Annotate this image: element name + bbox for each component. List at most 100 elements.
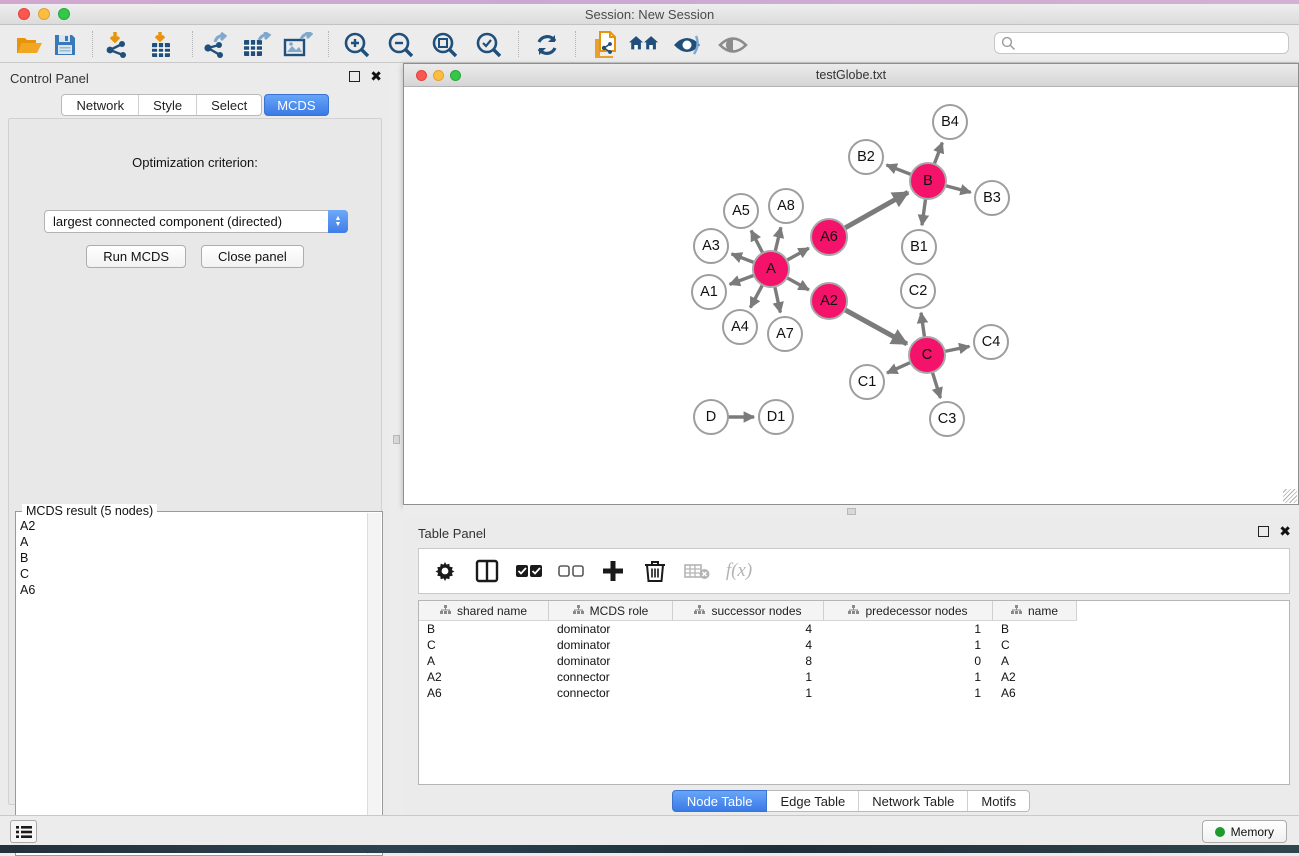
table-cell[interactable]: 1 (824, 621, 993, 637)
column-header-predecessor-nodes[interactable]: predecessor nodes (824, 601, 993, 620)
close-panel-icon[interactable]: ✖ (370, 71, 382, 82)
save-session-icon[interactable] (50, 31, 80, 59)
graph-node-A4[interactable]: A4 (722, 309, 758, 345)
table-cell[interactable]: 0 (824, 653, 993, 669)
show-panel-eye-icon[interactable] (718, 31, 748, 59)
graph-node-C3[interactable]: C3 (929, 401, 965, 437)
tab-edge-table[interactable]: Edge Table (767, 791, 859, 811)
tab-network-table[interactable]: Network Table (859, 791, 968, 811)
tab-network[interactable]: Network (62, 95, 139, 115)
duplicate-network-icon[interactable] (590, 31, 620, 59)
table-cell[interactable]: B (419, 621, 549, 637)
column-header-successor-nodes[interactable]: successor nodes (673, 601, 824, 620)
export-network-icon[interactable] (200, 31, 230, 59)
zoom-out-icon[interactable] (386, 31, 416, 59)
import-table-icon[interactable] (146, 31, 176, 59)
float-panel-icon[interactable] (349, 71, 360, 82)
column-header-name[interactable]: name (993, 601, 1077, 620)
search-input[interactable] (994, 32, 1289, 54)
run-mcds-button[interactable]: Run MCDS (86, 245, 186, 268)
graph-node-A1[interactable]: A1 (691, 274, 727, 310)
table-cell[interactable]: 8 (673, 653, 824, 669)
tab-select[interactable]: Select (197, 95, 261, 115)
table-cell[interactable]: A (993, 653, 1077, 669)
column-header-MCDS-role[interactable]: MCDS role (549, 601, 673, 620)
result-list-item[interactable]: B (20, 550, 364, 566)
result-scrollbar[interactable] (367, 513, 381, 854)
graph-node-B2[interactable]: B2 (848, 139, 884, 175)
table-row[interactable]: Adominator80A (419, 653, 1289, 669)
window-resize-grip[interactable] (1283, 489, 1297, 503)
table-cell[interactable]: A2 (993, 669, 1077, 685)
graph-node-B3[interactable]: B3 (974, 180, 1010, 216)
table-cell[interactable]: 1 (824, 669, 993, 685)
graph-node-A7[interactable]: A7 (767, 316, 803, 352)
graph-node-D[interactable]: D (693, 399, 729, 435)
graph-node-C4[interactable]: C4 (973, 324, 1009, 360)
import-network-icon[interactable] (102, 31, 132, 59)
table-cell[interactable]: 1 (824, 685, 993, 701)
columns-icon[interactable] (473, 557, 501, 585)
graph-node-A8[interactable]: A8 (768, 188, 804, 224)
table-cell[interactable]: 4 (673, 637, 824, 653)
deselect-checkboxes-icon[interactable] (557, 557, 585, 585)
graph-node-A5[interactable]: A5 (723, 193, 759, 229)
result-list-item[interactable]: C (20, 566, 364, 582)
close-panel-button[interactable]: Close panel (201, 245, 304, 268)
refresh-icon[interactable] (532, 31, 562, 59)
table-cell[interactable]: 1 (824, 637, 993, 653)
zoom-in-icon[interactable] (342, 31, 372, 59)
add-column-icon[interactable] (599, 557, 627, 585)
table-cell[interactable]: C (419, 637, 549, 653)
zoom-selected-icon[interactable] (474, 31, 504, 59)
graph-node-A3[interactable]: A3 (693, 228, 729, 264)
table-cell[interactable]: connector (549, 669, 673, 685)
home-view-icon[interactable] (629, 31, 659, 59)
vertical-splitter[interactable] (390, 63, 403, 815)
splitter-grip[interactable] (393, 435, 400, 444)
table-cell[interactable]: 1 (673, 685, 824, 701)
graph-node-C2[interactable]: C2 (900, 273, 936, 309)
optimization-criterion-select[interactable]: largest connected component (directed) ▲… (44, 210, 348, 233)
function-builder-icon[interactable]: f(x) (725, 557, 753, 585)
table-cell[interactable]: 4 (673, 621, 824, 637)
table-cell[interactable]: connector (549, 685, 673, 701)
delete-column-icon[interactable] (641, 557, 669, 585)
table-cell[interactable]: A6 (419, 685, 549, 701)
delete-table-icon[interactable] (683, 557, 711, 585)
table-row[interactable]: Cdominator41C (419, 637, 1289, 653)
table-cell[interactable]: B (993, 621, 1077, 637)
result-list-item[interactable]: A6 (20, 582, 364, 598)
export-image-icon[interactable] (283, 31, 313, 59)
float-panel-icon[interactable] (1258, 526, 1269, 537)
graph-node-A6[interactable]: A6 (810, 218, 848, 256)
table-cell[interactable]: dominator (549, 653, 673, 669)
result-list-item[interactable]: A2 (20, 518, 364, 534)
table-row[interactable]: A2connector11A2 (419, 669, 1289, 685)
table-cell[interactable]: C (993, 637, 1077, 653)
table-cell[interactable]: A2 (419, 669, 549, 685)
graph-node-D1[interactable]: D1 (758, 399, 794, 435)
result-list-item[interactable]: A (20, 534, 364, 550)
table-cell[interactable]: A6 (993, 685, 1077, 701)
table-row[interactable]: A6connector11A6 (419, 685, 1289, 701)
gear-icon[interactable] (431, 557, 459, 585)
table-row[interactable]: Bdominator41B (419, 621, 1289, 637)
horizontal-splitter[interactable] (403, 505, 1299, 518)
graph-node-B4[interactable]: B4 (932, 104, 968, 140)
close-panel-icon[interactable]: ✖ (1279, 526, 1291, 537)
graph-node-C[interactable]: C (908, 336, 946, 374)
graph-node-A2[interactable]: A2 (810, 282, 848, 320)
task-history-button[interactable] (10, 820, 37, 843)
graph-node-C1[interactable]: C1 (849, 364, 885, 400)
memory-button[interactable]: Memory (1202, 820, 1287, 843)
mcds-result-list[interactable]: A2ABCA6 (20, 518, 364, 851)
splitter-grip[interactable] (847, 508, 856, 515)
tab-motifs[interactable]: Motifs (968, 791, 1029, 811)
table-cell[interactable]: dominator (549, 621, 673, 637)
zoom-fit-icon[interactable] (430, 31, 460, 59)
graph-node-B[interactable]: B (909, 162, 947, 200)
select-all-checkboxes-icon[interactable] (515, 557, 543, 585)
network-window-titlebar[interactable]: testGlobe.txt (404, 64, 1298, 87)
table-cell[interactable]: A (419, 653, 549, 669)
